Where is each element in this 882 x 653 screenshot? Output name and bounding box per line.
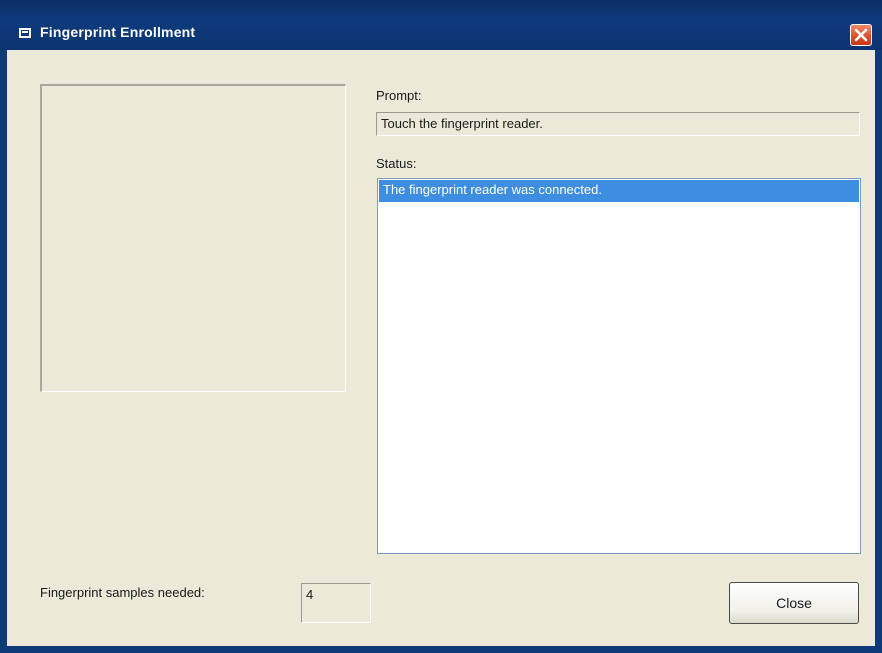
window-bottom-border xyxy=(0,646,882,653)
fingerprint-image-frame xyxy=(40,84,346,392)
enrollment-window: Fingerprint Enrollment Prompt: Touch the… xyxy=(0,0,882,653)
close-window-button[interactable] xyxy=(850,24,872,46)
status-list[interactable]: The fingerprint reader was connected. xyxy=(377,178,861,554)
prompt-label: Prompt: xyxy=(376,88,422,103)
close-icon xyxy=(854,28,868,42)
title-bar[interactable]: Fingerprint Enrollment xyxy=(0,0,882,50)
status-list-item[interactable]: The fingerprint reader was connected. xyxy=(379,180,859,202)
app-icon xyxy=(19,28,31,38)
dialog-body: Prompt: Touch the fingerprint reader. St… xyxy=(7,50,875,646)
close-button[interactable]: Close xyxy=(729,582,859,624)
prompt-field: Touch the fingerprint reader. xyxy=(376,112,860,136)
samples-needed-field: 4 xyxy=(301,583,371,623)
window-title: Fingerprint Enrollment xyxy=(40,24,196,40)
samples-needed-label: Fingerprint samples needed: xyxy=(40,585,205,600)
status-label: Status: xyxy=(376,156,417,171)
